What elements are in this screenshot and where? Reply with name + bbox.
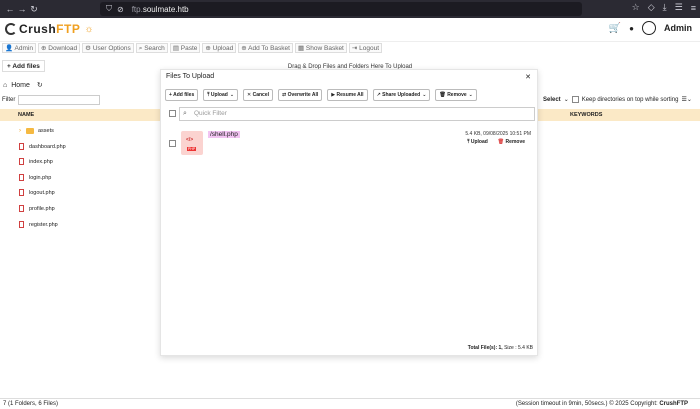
list-item[interactable]: register.php xyxy=(0,218,160,234)
list-item[interactable]: › assets xyxy=(0,124,160,140)
admin-button[interactable]: 👤 Admin xyxy=(2,43,36,53)
user-name[interactable]: Admin xyxy=(664,23,692,33)
user-options-button[interactable]: ⚙ User Options xyxy=(82,43,134,53)
breadcrumb: ⌂ Home ↻ xyxy=(3,81,43,90)
list-item[interactable]: index.php xyxy=(0,155,160,171)
col-keywords-header[interactable]: KEYWORDS xyxy=(570,112,602,118)
lock-icon: ⊘ xyxy=(117,4,124,14)
chevron-down-icon: ⌄ xyxy=(229,92,235,98)
forward-icon[interactable]: → xyxy=(16,4,28,14)
trash-icon: 🗑 xyxy=(497,139,505,145)
url-domain: ftp. xyxy=(131,4,143,14)
download-button[interactable]: ⊕ Download xyxy=(37,43,81,53)
close-icon[interactable]: ✕ xyxy=(525,73,531,81)
logo-text-ftp: FTP xyxy=(56,22,81,36)
file-icon xyxy=(19,173,24,181)
chevron-down-icon[interactable]: ⌄ xyxy=(564,96,569,103)
quick-filter-input[interactable]: ⌕ Quick Filter xyxy=(179,107,535,121)
add-files-button[interactable]: + Add files xyxy=(2,60,45,72)
files-to-upload-dialog: Files To Upload ✕ + Add files ⤒ Upload ⌄ … xyxy=(160,69,538,356)
add-to-basket-button[interactable]: ⊕ Add To Basket xyxy=(238,43,293,53)
add-files-button[interactable]: + Add files xyxy=(165,89,199,101)
logo-c-icon xyxy=(5,23,17,35)
upload-file-row: </> PHP /shell.php 5.4 KB, 09/08/2025 10… xyxy=(169,131,535,161)
shield-icon: ⛉ xyxy=(106,4,112,13)
file-icon xyxy=(19,204,24,212)
keep-dirs-label: Keep directories on top while sorting xyxy=(581,96,679,103)
file-remove-button[interactable]: 🗑 Remove xyxy=(498,139,525,145)
chevron-down-icon: ⌄ xyxy=(468,92,473,98)
search-icon: ⌕ xyxy=(183,110,187,117)
file-icon xyxy=(19,142,24,150)
file-meta: 5.4 KB, 09/08/2025 10:51 PM xyxy=(465,131,531,137)
footer-brand[interactable]: CrushFTP xyxy=(659,401,688,407)
filter-label: Filter xyxy=(2,97,16,103)
menu-icon[interactable]: ≡ xyxy=(691,3,696,13)
col-name-header[interactable]: NAME xyxy=(18,112,34,118)
pocket-icon[interactable]: ◇ xyxy=(648,2,655,13)
upload-button[interactable]: ⊕ Upload xyxy=(202,43,237,53)
address-bar[interactable]: ⛉ ⊘ ftp. soulmate.htb xyxy=(100,2,582,16)
sun-icon[interactable]: ☼ xyxy=(84,24,94,35)
search-button[interactable]: ⌕ Search xyxy=(135,43,168,53)
upload-dropdown-button[interactable]: ⤒ Upload ⌄ xyxy=(203,89,239,101)
bookmark-icon[interactable]: ☆ xyxy=(632,2,640,13)
url-rest: soulmate.htb xyxy=(142,4,189,14)
select-dropdown[interactable]: Select xyxy=(543,97,561,103)
paste-button[interactable]: ▤ Paste xyxy=(169,43,201,53)
list-item[interactable]: dashboard.php xyxy=(0,140,160,156)
logo-text: Crush xyxy=(19,22,57,36)
select-all-checkbox[interactable] xyxy=(169,110,176,117)
back-icon[interactable]: ← xyxy=(4,4,16,14)
logout-button[interactable]: ⇥ Logout xyxy=(348,43,383,53)
browser-toolbar: ← → ↻ ⛉ ⊘ ftp. soulmate.htb ☆ ◇ ⤓ ☰ ≡ xyxy=(0,0,700,18)
avatar-icon[interactable] xyxy=(642,21,656,35)
file-list: › assets dashboard.php index.php login.p… xyxy=(0,124,160,233)
file-icon xyxy=(19,189,24,197)
app-header: Crush FTP ☼ 🛒 ● Admin xyxy=(0,18,700,42)
download-icon[interactable]: ⤓ xyxy=(663,2,667,13)
chevron-down-icon: ⌄ xyxy=(422,92,427,98)
file-icon xyxy=(19,158,24,166)
dialog-toolbar: + Add files ⤒ Upload ⌄ ✕ Cancel ⇄ Overwri… xyxy=(165,89,477,101)
filter-input[interactable] xyxy=(18,95,100,105)
file-upload-button[interactable]: ⤒ Upload xyxy=(467,139,488,145)
folder-icon xyxy=(26,128,34,134)
bell-icon[interactable]: ● xyxy=(629,24,634,33)
show-basket-button[interactable]: ▦ Show Basket xyxy=(294,43,347,53)
total-summary: Total File(s): 1, Size : 5.4 KB xyxy=(467,345,533,351)
keep-dirs-checkbox[interactable] xyxy=(571,96,579,103)
expand-icon[interactable]: › xyxy=(19,128,21,134)
list-item[interactable]: profile.php xyxy=(0,202,160,218)
cancel-button[interactable]: ✕ Cancel xyxy=(243,89,274,101)
extensions-icon[interactable]: ☰ xyxy=(675,2,683,13)
home-icon[interactable]: ⌂ xyxy=(3,82,7,89)
status-bar: 7 (1 Folders, 6 Files) (Session timeout … xyxy=(0,398,700,409)
crushftp-logo: Crush FTP ☼ xyxy=(5,22,94,36)
list-item[interactable]: login.php xyxy=(0,171,160,187)
overwrite-all-button[interactable]: ⇄ Overwrite All xyxy=(278,89,323,101)
dialog-title: Files To Upload xyxy=(166,73,215,80)
view-toggle-icon[interactable]: ☰⌄ xyxy=(681,96,691,103)
cart-icon[interactable]: 🛒 xyxy=(609,23,621,34)
refresh-icon[interactable]: ↻ xyxy=(37,81,43,89)
file-icon xyxy=(19,220,24,228)
share-uploaded-button[interactable]: ↗ Share Uploaded ⌄ xyxy=(372,89,431,101)
upload-icon: ⤒ xyxy=(467,139,470,145)
main-toolbar: 👤 Admin ⊕ Download ⚙ User Options ⌕ Sear… xyxy=(2,43,383,53)
file-checkbox[interactable] xyxy=(169,140,176,147)
reload-icon[interactable]: ↻ xyxy=(28,4,40,15)
session-info: (Session timeout in 9min, 50secs.) © 202… xyxy=(515,401,688,407)
list-options: Select ⌄ Keep directories on top while s… xyxy=(543,96,692,103)
php-file-icon: </> PHP xyxy=(181,131,203,155)
resume-all-button[interactable]: ▶ Resume All xyxy=(327,89,368,101)
item-count: 7 (1 Folders, 6 Files) xyxy=(3,401,59,407)
remove-dropdown-button[interactable]: 🗑 Remove ⌄ xyxy=(435,89,477,101)
file-name: /shell.php xyxy=(208,131,240,138)
list-item[interactable]: logout.php xyxy=(0,186,160,202)
breadcrumb-home[interactable]: Home xyxy=(11,82,30,89)
